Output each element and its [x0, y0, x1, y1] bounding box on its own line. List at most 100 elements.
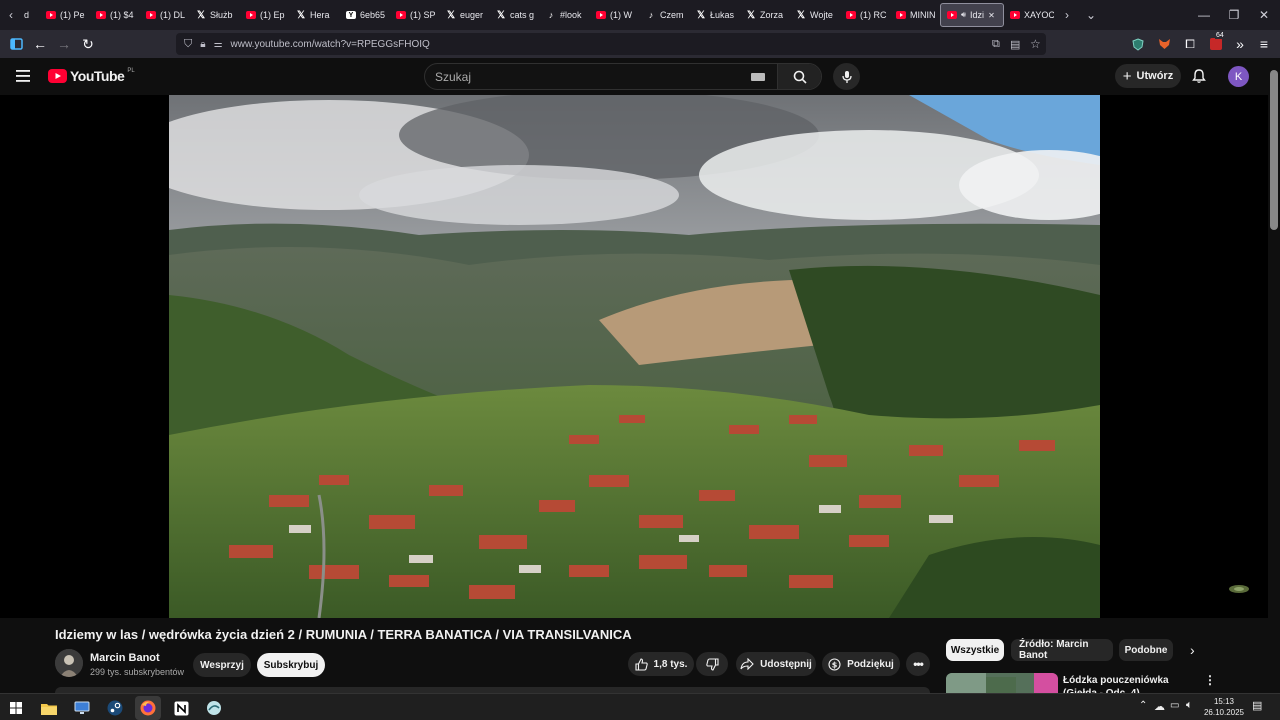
game-app-icon[interactable] — [203, 697, 225, 719]
video-frame[interactable] — [169, 95, 1100, 618]
browser-tab[interactable]: 𝕏cats g — [490, 3, 540, 27]
extensions-puzzle-icon[interactable]: ⧠ — [1178, 32, 1202, 56]
show-hidden-icons-icon[interactable]: ⌃ — [1139, 700, 1147, 711]
tabs-scroll-left-icon[interactable]: ‹ — [0, 0, 22, 30]
like-button[interactable]: 1,8 tys. — [628, 652, 694, 676]
chips-next-icon[interactable]: › — [1190, 642, 1195, 658]
browser-tab[interactable]: 𝕏 Łukas — [690, 3, 740, 27]
channel-watermark-icon[interactable] — [1228, 582, 1250, 594]
keyboard-icon[interactable] — [751, 72, 765, 81]
lock-icon[interactable]: 🔒︎ — [200, 39, 205, 50]
browser-tab[interactable]: (1) SP — [390, 3, 440, 27]
app-menu-icon[interactable]: ≡ — [1252, 32, 1276, 56]
search-button[interactable] — [777, 64, 821, 89]
browser-tab-active[interactable]: 🔊︎ Idzi ✕ — [940, 3, 1004, 27]
browser-tab[interactable]: Y 6eb65 — [340, 3, 390, 27]
picture-in-picture-icon[interactable]: ⧉ — [992, 38, 1000, 51]
more-actions-button[interactable]: ••• — [906, 652, 930, 676]
browser-tab[interactable]: ♪ Czem — [640, 3, 690, 27]
forward-icon[interactable]: → — [52, 32, 76, 56]
restore-icon[interactable]: ❐ — [1218, 0, 1250, 30]
page-scrollbar[interactable] — [1268, 58, 1280, 698]
recommendation-title[interactable]: Łódzka pouczeniówka (Giełda - Odc. 4) — [1063, 674, 1203, 694]
x-icon: 𝕏 — [496, 9, 506, 21]
firefox-icon[interactable] — [137, 697, 159, 719]
sidebar-toggle-icon[interactable] — [4, 32, 28, 56]
extension-shield-icon[interactable] — [1126, 32, 1150, 56]
support-button[interactable]: Wesprzyj — [193, 653, 251, 677]
browser-tab[interactable]: (1) Pe — [40, 3, 90, 27]
chip-all[interactable]: Wszystkie — [946, 639, 1004, 661]
browser-tab-strip: ‹ d (1) Pe (1) $4 (1) DL 𝕏 Służb (1) Ep 𝕏 Hera Y… — [0, 0, 1280, 30]
youtube-masthead: YouTube PL Szukaj + Utwórz K — [0, 58, 1280, 95]
extension-badge-count: 64 — [1215, 32, 1225, 39]
guide-menu-icon[interactable] — [16, 69, 30, 82]
steam-icon[interactable] — [104, 697, 126, 719]
extension-badge-icon[interactable]: 64 — [1204, 32, 1228, 56]
browser-tab[interactable]: d — [22, 3, 40, 27]
onedrive-cloud-icon[interactable]: ☁ — [1154, 700, 1165, 713]
youtube-icon — [1010, 11, 1020, 19]
voice-search-button[interactable] — [833, 63, 860, 90]
create-button[interactable]: + Utwórz — [1115, 64, 1181, 88]
shield-icon[interactable]: ⛉ — [184, 38, 192, 51]
account-avatar[interactable]: K — [1228, 66, 1249, 87]
browser-tab[interactable]: MININ — [890, 3, 940, 27]
file-explorer-icon[interactable] — [38, 697, 60, 719]
taskbar-clock[interactable]: 15:13 26.10.2025 — [1199, 696, 1249, 718]
channel-avatar[interactable] — [55, 649, 83, 677]
bookmark-star-icon[interactable]: ☆ — [1030, 37, 1041, 51]
dislike-button[interactable] — [696, 652, 728, 676]
channel-name[interactable]: Marcin Banot — [90, 652, 160, 664]
scrollbar-thumb[interactable] — [1270, 70, 1278, 230]
search-input[interactable]: Szukaj — [425, 70, 751, 84]
chip-related[interactable]: Podobne — [1119, 639, 1173, 661]
browser-tab[interactable]: (1) RC — [840, 3, 890, 27]
list-all-tabs-icon[interactable]: ⌄ — [1080, 0, 1102, 30]
chip-from-channel[interactable]: Źródło: Marcin Banot — [1011, 639, 1113, 661]
volume-icon[interactable]: 🔈︎ — [1186, 699, 1193, 712]
tab-label: Wojte — [810, 10, 833, 20]
browser-tab[interactable]: 𝕏 Wojte — [790, 3, 840, 27]
recommendation-menu-icon[interactable]: ⋮ — [1204, 673, 1216, 687]
notion-icon[interactable] — [170, 697, 192, 719]
browser-tab[interactable]: 𝕏 Zorza — [740, 3, 790, 27]
browser-tab[interactable]: (1) $4 — [90, 3, 140, 27]
url-text[interactable]: www.youtube.com/watch?v=RPEGGsFHOIQ — [231, 39, 430, 50]
minimize-icon[interactable]: — — [1188, 0, 1220, 30]
browser-tab[interactable]: XAYOC — [1004, 3, 1054, 27]
permissions-icon[interactable]: ⚌ — [214, 39, 223, 50]
close-window-icon[interactable]: ✕ — [1248, 0, 1280, 30]
network-icon[interactable]: ▭ — [1170, 700, 1179, 711]
notification-center-icon[interactable]: ▤ — [1252, 699, 1262, 712]
reload-icon[interactable]: ↻ — [76, 32, 100, 56]
browser-tab[interactable]: 𝕏euger — [440, 3, 490, 27]
browser-tab[interactable]: (1) W — [590, 3, 640, 27]
video-player[interactable] — [0, 95, 1268, 618]
audio-playing-icon[interactable]: 🔊︎ — [961, 10, 966, 20]
extension-fox-icon[interactable] — [1152, 32, 1176, 56]
youtube-play-logo-icon — [48, 69, 67, 83]
browser-tab[interactable]: ♪ #look — [540, 3, 590, 27]
reader-view-icon[interactable]: ▤ — [1010, 38, 1020, 51]
browser-tab[interactable]: (1) Ep — [240, 3, 290, 27]
start-windows-icon[interactable] — [5, 697, 27, 719]
youtube-logo[interactable]: YouTube PL — [48, 68, 135, 84]
subscriber-count: 299 tys. subskrybentów — [90, 667, 185, 677]
notifications-button[interactable] — [1191, 68, 1207, 84]
subscribe-button[interactable]: Subskrybuj — [257, 653, 325, 677]
back-icon[interactable]: ← — [28, 32, 52, 56]
tabs-scroll-right-icon[interactable]: › — [1056, 0, 1078, 30]
browser-tab[interactable]: (1) DL — [140, 3, 190, 27]
thumbs-down-icon — [705, 657, 719, 671]
thanks-button[interactable]: $ Podziękuj — [822, 652, 900, 676]
browser-tab[interactable]: 𝕏 Służb — [190, 3, 240, 27]
monitor-app-icon[interactable] — [71, 697, 93, 719]
close-tab-icon[interactable]: ✕ — [988, 11, 995, 20]
overflow-chevrons-icon[interactable]: » — [1228, 32, 1252, 56]
share-button[interactable]: Udostępnij — [736, 652, 816, 676]
address-bar[interactable]: ⛉ 🔒︎ ⚌ www.youtube.com/watch?v=RPEGGsFHO… — [176, 33, 1046, 55]
recommendation-thumbnail[interactable] — [946, 673, 1058, 693]
browser-tab[interactable]: 𝕏 Hera — [290, 3, 340, 27]
video-title: Idziemy w las / wędrówka życia dzień 2 /… — [55, 627, 632, 642]
